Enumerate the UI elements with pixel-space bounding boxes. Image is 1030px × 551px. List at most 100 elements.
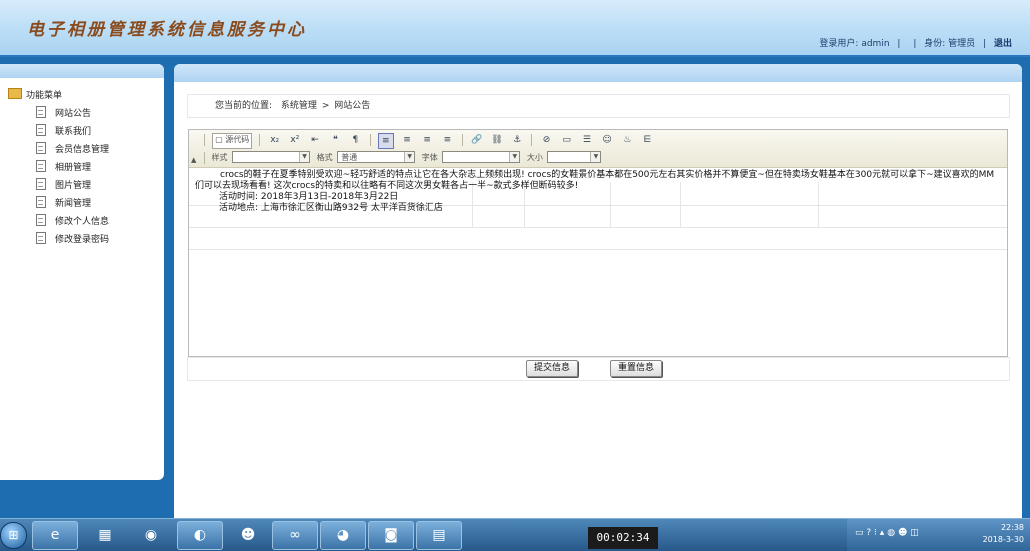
chevron-down-icon: ▼ <box>299 152 310 162</box>
rich-text-editor: ▢ 源代码 x₂ x² ⇤ ❝ ¶ ≡ ≡ ≡ ≡ 🔗 ⛓ ⚓ ⊘ ▭ ☰ ☺ … <box>188 129 1008 357</box>
folder-icon[interactable]: ▤ <box>416 521 462 550</box>
clock[interactable]: 22:38 2018-3-30 <box>983 522 1024 546</box>
document-icon <box>36 196 46 208</box>
folder-open-icon <box>8 88 22 99</box>
style-select[interactable]: ▼ <box>232 151 311 163</box>
font-label: 字体 <box>421 153 438 162</box>
blockquote-icon[interactable]: ❝ <box>328 133 342 147</box>
sidebar-item-change-password[interactable]: 修改登录密码 <box>36 232 109 250</box>
chevron-down-icon: ▼ <box>509 152 520 162</box>
eclipse-icon[interactable]: ◐ <box>177 521 223 550</box>
logout-link[interactable]: 退出 <box>994 39 1012 49</box>
size-select[interactable]: ▼ <box>547 151 602 163</box>
smiley-icon[interactable]: ☺ <box>600 133 614 147</box>
user-app-icon[interactable]: ◙ <box>368 521 414 550</box>
sidebar-header-bar <box>0 64 164 78</box>
source-button-label: 源代码 <box>225 135 250 144</box>
sidebar-item-image-management[interactable]: 图片管理 <box>36 178 109 196</box>
align-center-icon[interactable]: ≡ <box>400 133 414 147</box>
sidebar: 功能菜单 网站公告 联系我们 会员信息管理 相册管理 图片管理 新闻管理 修改个… <box>0 64 164 480</box>
source-button[interactable]: ▢ 源代码 <box>212 133 253 149</box>
font-select[interactable]: ▼ <box>442 151 521 163</box>
format-select-value: 普通 <box>341 153 358 162</box>
taskbar: ⊞ e ▦ ◉ ◐ ☻ ∞ ◕ ◙ ▤ 00:02:34 ▭ ? ⁝ ▴ ◍ ☻… <box>0 518 1030 551</box>
special-char-icon[interactable]: ♨ <box>620 133 634 147</box>
table-gridline <box>189 249 1007 250</box>
unlink-icon[interactable]: ⛓ <box>490 133 504 147</box>
toolbar-row-2: 样式 ▼ 格式 普通 ▼ 字体 ▼ 大小 ▼ <box>203 151 605 165</box>
chevron-down-icon: ▼ <box>404 152 415 162</box>
main-panel: 您当前的位置: 系统管理 > 网站公告 ▢ 源代码 x₂ x² ⇤ ❝ ¶ ≡ … <box>174 64 1022 518</box>
user-bar: 登录用户: admin | | 身份: 管理员 | 退出 <box>819 36 1012 49</box>
clock-date: 2018-3-30 <box>982 535 1024 544</box>
div-icon[interactable]: ¶ <box>348 133 362 147</box>
subscript-icon[interactable]: x₂ <box>268 133 282 147</box>
sidebar-item-label: 相册管理 <box>55 163 92 173</box>
content-event-location: 活动地点: 上海市徐汇区衡山路932号 太平洋百货徐汇店 <box>219 203 443 213</box>
qq-tray-icon[interactable]: ☻ <box>898 528 907 538</box>
justify-icon[interactable]: ≡ <box>440 133 454 147</box>
system-tray: ▭ ? ⁝ ▴ ◍ ☻ ◫ 22:38 2018-3-30 <box>847 519 1030 551</box>
sidebar-item-album-management[interactable]: 相册管理 <box>36 160 109 178</box>
document-icon <box>36 142 46 154</box>
document-icon <box>36 124 46 136</box>
submit-button[interactable]: 提交信息 <box>526 360 579 377</box>
sidebar-item-member-management[interactable]: 会员信息管理 <box>36 142 109 160</box>
chevron-up-icon[interactable]: ▴ <box>880 528 885 538</box>
help-icon[interactable]: ? <box>866 528 871 538</box>
breadcrumb-section: 系统管理 <box>280 101 317 111</box>
anchor-icon[interactable]: ⚓ <box>510 133 524 147</box>
format-label: 格式 <box>316 153 333 162</box>
user-label: 登录用户: <box>819 39 859 49</box>
app-title: 电子相册管理系统信息服务中心 <box>27 20 307 40</box>
sidebar-item-edit-profile[interactable]: 修改个人信息 <box>36 214 109 232</box>
link-icon[interactable]: 🔗 <box>470 133 484 147</box>
app-green-icon[interactable]: ◕ <box>320 521 366 550</box>
table-icon[interactable]: ▭ <box>560 133 574 147</box>
sidebar-item-label: 图片管理 <box>55 181 92 191</box>
page-break-icon[interactable]: ⋿ <box>640 133 654 147</box>
file-manager-icon[interactable]: ▦ <box>82 521 128 550</box>
keyboard-icon[interactable]: ▭ <box>855 528 864 538</box>
network-icon[interactable]: ⁝ <box>874 528 877 538</box>
breadcrumb-current: 网站公告 <box>334 101 371 111</box>
separator: | <box>983 39 987 49</box>
editor-toolbar: ▢ 源代码 x₂ x² ⇤ ❝ ¶ ≡ ≡ ≡ ≡ 🔗 ⛓ ⚓ ⊘ ▭ ☰ ☺ … <box>189 130 1007 168</box>
reset-button[interactable]: 重置信息 <box>610 360 663 377</box>
power-icon[interactable]: ◍ <box>887 528 895 538</box>
menu-heading[interactable]: 功能菜单 <box>8 88 62 101</box>
document-icon <box>36 160 46 172</box>
ie-icon[interactable]: e <box>32 521 78 550</box>
format-select[interactable]: 普通 ▼ <box>337 151 416 163</box>
hr-icon[interactable]: ☰ <box>580 133 594 147</box>
chrome-icon[interactable]: ◉ <box>128 521 174 550</box>
start-button[interactable]: ⊞ <box>0 522 27 549</box>
separator: | <box>913 39 917 49</box>
clock-time: 22:38 <box>1000 523 1024 532</box>
toolbar-separator <box>204 134 205 146</box>
role-label: 身份: <box>924 39 946 49</box>
volume-icon[interactable]: ◫ <box>910 528 919 538</box>
toolbar-separator <box>531 134 533 146</box>
document-icon <box>36 178 46 190</box>
superscript-icon[interactable]: x² <box>288 133 302 147</box>
qq-icon[interactable]: ☻ <box>225 521 271 550</box>
toolbar-separator <box>369 134 371 146</box>
sidebar-menu: 网站公告 联系我们 会员信息管理 相册管理 图片管理 新闻管理 修改个人信息 修… <box>36 106 109 250</box>
collapse-toolbar-icon[interactable]: ▲ <box>191 156 196 164</box>
flash-icon[interactable]: ⊘ <box>539 133 553 147</box>
document-icon <box>36 214 46 226</box>
sidebar-item-news-management[interactable]: 新闻管理 <box>36 196 109 214</box>
align-right-icon[interactable]: ≡ <box>420 133 434 147</box>
table-gridline <box>189 227 1007 228</box>
align-left-icon[interactable]: ≡ <box>377 133 394 149</box>
sidebar-item-site-notice[interactable]: 网站公告 <box>36 106 109 124</box>
sidebar-item-contact-us[interactable]: 联系我们 <box>36 124 109 142</box>
baidu-cloud-icon[interactable]: ∞ <box>272 521 318 550</box>
outdent-icon[interactable]: ⇤ <box>308 133 322 147</box>
toolbar-separator <box>259 134 261 146</box>
editor-content[interactable]: crocs的鞋子在夏季特别受欢迎~轻巧舒适的特点让它在各大杂志上频频出现! cr… <box>189 168 1007 356</box>
sidebar-item-label: 网站公告 <box>55 109 92 119</box>
sidebar-item-label: 联系我们 <box>55 127 92 137</box>
breadcrumb: 您当前的位置: 系统管理 > 网站公告 <box>187 94 1010 118</box>
